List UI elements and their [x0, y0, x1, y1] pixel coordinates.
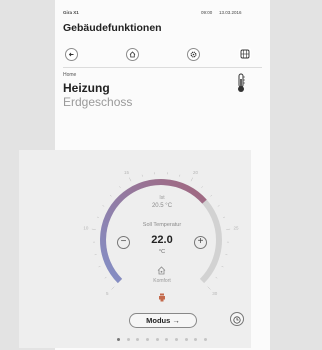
toolbar — [63, 45, 262, 65]
page-dot[interactable] — [174, 338, 178, 341]
toolbar-divider — [63, 67, 262, 68]
grid-button[interactable] — [239, 48, 251, 60]
page-dot[interactable] — [194, 338, 198, 341]
home-button[interactable] — [126, 48, 139, 61]
modus-button[interactable]: Modus → — [129, 313, 197, 328]
setpoint-value: 22.0 — [151, 234, 173, 246]
page-indicator — [117, 338, 207, 342]
back-button[interactable] — [65, 48, 78, 61]
modus-label: Modus — [146, 316, 171, 325]
clock-icon — [233, 316, 241, 324]
back-arrow-icon — [68, 52, 74, 57]
page-title: Gebäudefunktionen — [63, 22, 162, 34]
home-icon — [129, 51, 136, 58]
breadcrumb[interactable]: Home — [63, 72, 76, 78]
status-date: 13.03.2016 — [219, 10, 242, 15]
ist-label: Ist — [159, 195, 165, 201]
increase-button[interactable]: + — [194, 236, 207, 249]
page-dot[interactable] — [184, 338, 188, 341]
device-name: Gira X1 — [63, 10, 79, 15]
status-time: 09:00 — [201, 10, 213, 15]
arrow-right-icon: → — [172, 316, 180, 325]
mode-label: Komfort — [153, 278, 171, 284]
soll-label: Soll Temperatur — [142, 222, 182, 228]
decrease-button[interactable]: − — [117, 236, 130, 249]
room-floor: Erdgeschoss — [63, 95, 133, 109]
setpoint-unit: °C — [158, 249, 166, 255]
page-dot[interactable] — [126, 338, 130, 341]
grid-icon — [240, 49, 250, 59]
comfort-home-icon — [157, 266, 166, 275]
ist-value: 20.5 °C — [151, 203, 173, 209]
gear-icon — [190, 51, 197, 58]
page-dot[interactable] — [203, 338, 207, 341]
heating-valve-icon — [159, 293, 165, 302]
status-bar: Gira X1 09:00 13.03.2016 — [63, 10, 262, 18]
schedule-button[interactable] — [230, 312, 244, 326]
settings-button[interactable] — [187, 48, 200, 61]
page-dot[interactable] — [165, 338, 169, 341]
background-right — [270, 0, 322, 350]
thermometer-icon — [238, 73, 245, 92]
page-dot[interactable] — [136, 338, 140, 341]
room-title: Heizung — [63, 81, 110, 95]
page-dot[interactable] — [145, 338, 149, 341]
page-dot[interactable] — [155, 338, 159, 341]
page-dot[interactable] — [117, 338, 120, 341]
